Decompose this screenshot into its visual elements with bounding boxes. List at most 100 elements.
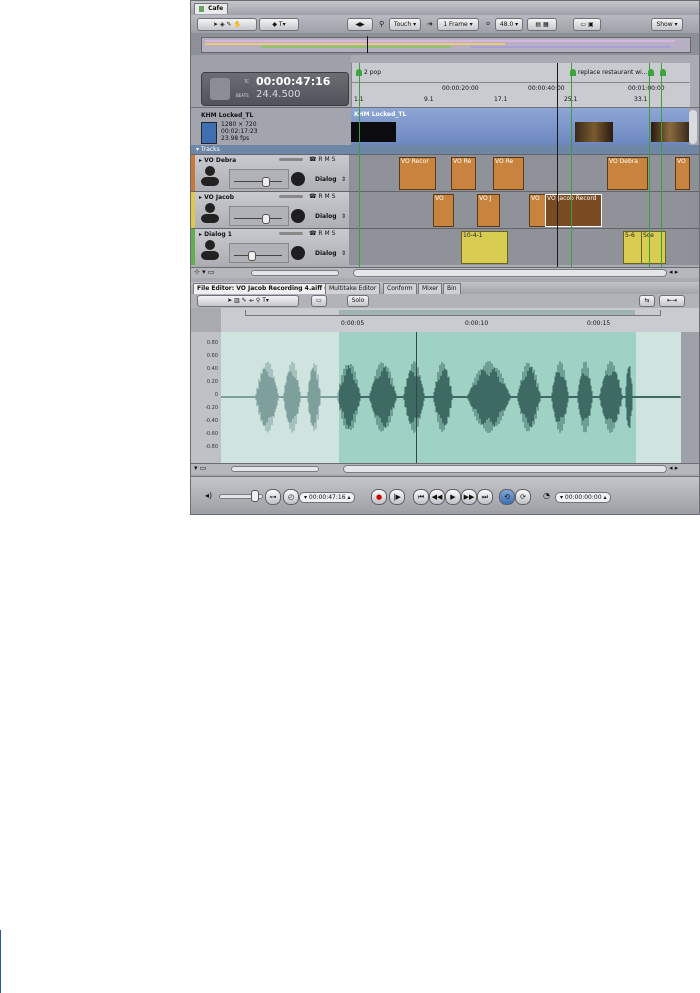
go-to-start-button[interactable]: ⏮ xyxy=(413,489,429,505)
record-button[interactable]: ● xyxy=(371,489,387,505)
play-from-start-button[interactable]: |▶ xyxy=(389,489,405,505)
vertical-scrollbar[interactable] xyxy=(689,110,697,144)
show-menu[interactable]: Show ▾ xyxy=(651,18,683,31)
master-volume-handle[interactable] xyxy=(251,490,259,502)
timeline-overview[interactable] xyxy=(191,33,699,55)
editor-vertical-scroll-area[interactable] xyxy=(681,332,699,463)
record-button[interactable]: R xyxy=(318,230,322,237)
zoom-controls-icon[interactable]: ⊹ ▾ ▭ xyxy=(194,268,214,276)
record-button[interactable]: R xyxy=(318,193,322,200)
selection-range-bar[interactable] xyxy=(339,310,635,315)
solo-button[interactable]: S xyxy=(332,230,336,237)
track-lane[interactable]: VO Recor VO Re VO Re VO Debra VO xyxy=(351,155,690,191)
solo-button[interactable]: S xyxy=(332,156,336,163)
tab-multitake-editor[interactable]: Multitake Editor xyxy=(325,283,381,294)
edit-tool-group[interactable]: ◆ T▾ xyxy=(259,18,299,31)
track-zoom-slider[interactable] xyxy=(251,270,339,276)
audio-clip[interactable]: VO Re xyxy=(493,157,524,190)
go-to-end-button[interactable]: ⏭ xyxy=(477,489,493,505)
audio-clip[interactable]: VO Re xyxy=(451,157,476,190)
current-time-field[interactable]: ▾ 00:00:47:16 ▴ xyxy=(299,492,356,503)
fast-forward-button[interactable]: ▶▶ xyxy=(461,489,477,505)
fit-buttons[interactable]: ⇤⇥ xyxy=(659,295,685,307)
video-clip[interactable]: KHM Locked_TL xyxy=(351,108,689,146)
nudge-select[interactable]: 1 Frame ▾ xyxy=(437,18,479,31)
editor-zoom-slider[interactable] xyxy=(231,466,319,472)
chevron-updown-icon[interactable]: ⇕ xyxy=(341,213,346,220)
document-tab[interactable]: Cafe xyxy=(194,3,229,14)
view-buttons[interactable]: ▭ ▣ xyxy=(573,18,601,31)
ruler-bar-label: 17.1 xyxy=(494,96,508,103)
layout-buttons[interactable]: ▤ ▦ xyxy=(527,18,557,31)
nav-arrows[interactable]: ◀▶ xyxy=(347,18,373,31)
automation-mode-select[interactable]: Touch ▾ xyxy=(389,18,421,31)
audio-clip[interactable]: VO xyxy=(675,157,690,190)
loop-button[interactable]: ⇆ xyxy=(639,295,655,307)
tracks-header[interactable]: ▾ Tracks xyxy=(191,145,699,154)
sync-button[interactable]: ◴ xyxy=(283,489,299,505)
follow-button[interactable]: ⊶ xyxy=(265,489,281,505)
speaker-icon[interactable]: ☎ xyxy=(309,156,316,163)
track-lane[interactable]: 10-4-1 5-6 Sce xyxy=(351,229,689,265)
playhead-line[interactable] xyxy=(557,63,558,267)
audio-clip[interactable]: 5-6 xyxy=(623,231,642,264)
editor-tool-group[interactable]: ➤ ▥ ✎ ⟛ ⚲ T▾ xyxy=(197,295,299,307)
track-role[interactable]: Dialog xyxy=(315,250,337,257)
track-header[interactable]: ▸ Dialog 1 ☎ R M S Dialog ⇕ xyxy=(191,229,349,265)
zoom-field[interactable]: 48.0 ▾ xyxy=(495,18,523,31)
timeline-ruler[interactable]: 2 pop replace restaurant wi... 00:00:20:… xyxy=(351,63,690,107)
rewind-button[interactable]: ◀◀ xyxy=(429,489,445,505)
pan-knob[interactable] xyxy=(291,209,305,223)
timer-icon: ◔ xyxy=(543,491,550,500)
horizontal-scrollbar[interactable] xyxy=(353,269,667,277)
solo-button[interactable]: Solo xyxy=(347,295,369,307)
loop-playback-button[interactable]: ⟲ xyxy=(499,489,515,505)
tab-bin[interactable]: Bin xyxy=(443,283,461,294)
marker-replace[interactable]: replace restaurant wi... xyxy=(570,69,648,77)
mute-button[interactable]: M xyxy=(325,156,330,163)
track-header[interactable]: ▸ VO Debra ☎ R M S Dialog ⇕ xyxy=(191,155,349,191)
volume-fader-handle[interactable] xyxy=(262,177,270,187)
timecode-display[interactable]: TC 00:00:47:16 BEATS 24.4.500 xyxy=(201,72,349,106)
audio-clip[interactable]: VO Debra xyxy=(607,157,648,190)
volume-fader-handle[interactable] xyxy=(262,214,270,224)
volume-fader-handle[interactable] xyxy=(248,251,256,261)
tab-conform[interactable]: Conform xyxy=(383,283,417,294)
track-name: VO Jacob xyxy=(204,194,235,201)
mute-button[interactable]: M xyxy=(325,193,330,200)
editor-scroll-arrows-icon[interactable]: ◂ ▸ xyxy=(669,464,678,472)
audio-clip[interactable]: 10-4-1 xyxy=(461,231,508,264)
audio-clip[interactable]: Sce xyxy=(641,231,666,264)
scroll-arrows-icon[interactable]: ◂ ▸ xyxy=(669,268,678,276)
tool-selector-group[interactable]: ➤ ◈ ✎ ✋ xyxy=(197,18,257,31)
play-button[interactable]: ▶ xyxy=(445,489,461,505)
chevron-updown-icon[interactable]: ⇕ xyxy=(341,250,346,257)
mute-button[interactable]: M xyxy=(325,230,330,237)
editor-horizontal-scrollbar[interactable] xyxy=(343,465,667,473)
editor-playhead[interactable] xyxy=(416,332,417,463)
track-header[interactable]: ▸ VO Jacob ☎ R M S Dialog ⇕ xyxy=(191,192,349,228)
audio-clip[interactable]: VO J xyxy=(477,194,500,227)
editor-scroll-row: ▾ ▭ ◂ ▸ xyxy=(191,463,699,474)
audio-clip-selected[interactable]: VO Jacob Record xyxy=(545,194,602,227)
pan-knob[interactable] xyxy=(291,246,305,260)
audio-clip[interactable]: VO xyxy=(433,194,454,227)
pan-knob[interactable] xyxy=(291,172,305,186)
speaker-icon[interactable]: ☎ xyxy=(309,230,316,237)
secondary-time-field[interactable]: ▾ 00:00:00:00 ▴ xyxy=(555,492,612,503)
audio-clip[interactable]: VO xyxy=(529,194,546,227)
editor-ruler[interactable]: 0:00:05 0:00:10 0:00:15 xyxy=(221,308,699,333)
track-lane[interactable]: VO VO J VO VO Jacob Record xyxy=(351,192,689,228)
cycle-button[interactable]: ⟳ xyxy=(515,489,531,505)
solo-button[interactable]: S xyxy=(332,193,336,200)
tab-mixer[interactable]: Mixer xyxy=(418,283,443,294)
speaker-icon[interactable]: ☎ xyxy=(309,193,316,200)
record-button[interactable]: R xyxy=(318,156,322,163)
waveform-plot[interactable] xyxy=(221,332,699,463)
spectrum-button[interactable]: ▭ xyxy=(311,295,327,307)
audio-clip[interactable]: VO Recor xyxy=(399,157,436,190)
track-role[interactable]: Dialog xyxy=(315,176,337,183)
track-role[interactable]: Dialog xyxy=(315,213,337,220)
editor-zoom-icon[interactable]: ▾ ▭ xyxy=(194,464,206,472)
chevron-updown-icon[interactable]: ⇕ xyxy=(341,176,346,183)
